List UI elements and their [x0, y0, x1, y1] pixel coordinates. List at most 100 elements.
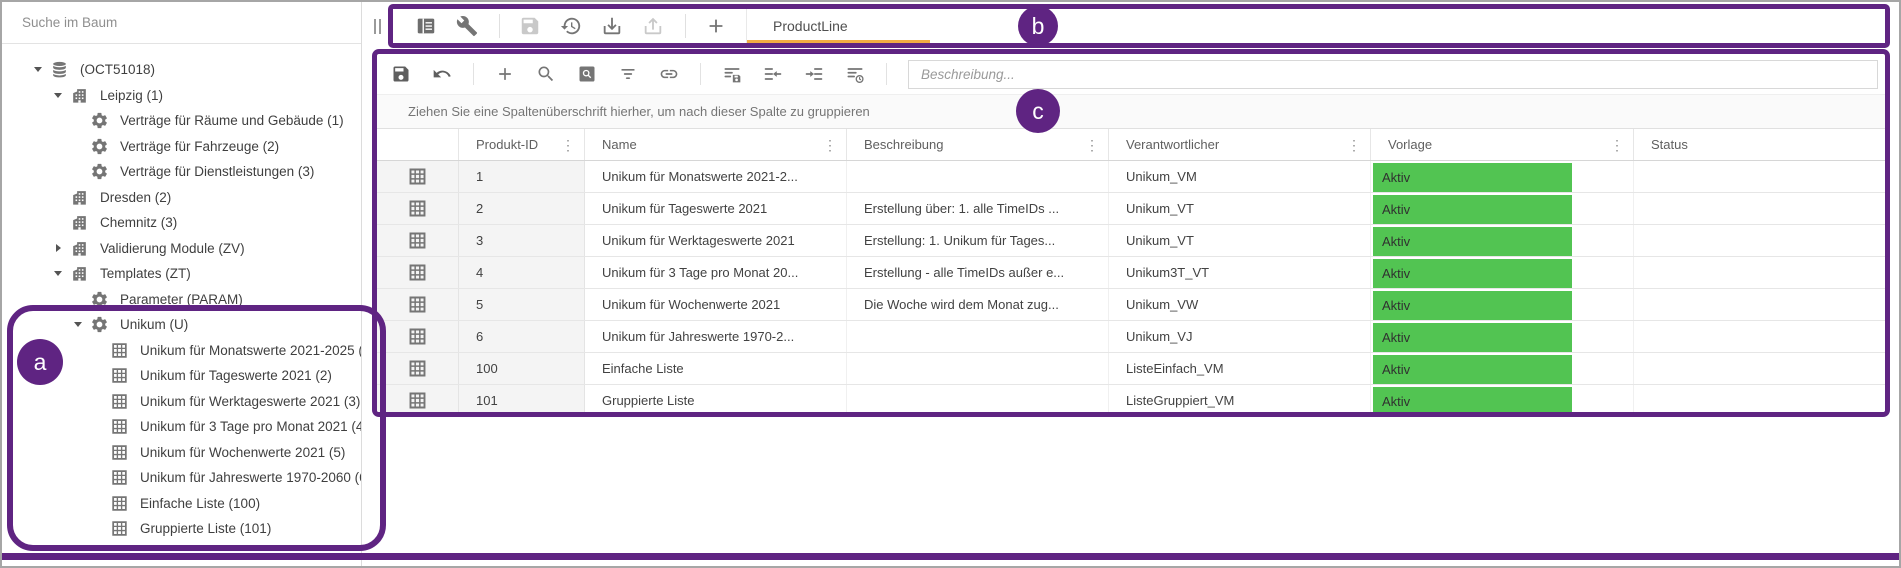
header-cell-name[interactable]: Name ⋮ [585, 129, 847, 160]
cell-status [1634, 353, 1885, 384]
expander-spacer [88, 414, 108, 440]
column-menu-icon[interactable]: ⋮ [823, 138, 837, 152]
cell-status [1634, 289, 1885, 320]
reset-layout-icon[interactable] [845, 64, 865, 84]
gear-icon [90, 162, 109, 181]
add-row-icon[interactable] [495, 64, 515, 84]
tree-item-label: Gruppierte Liste (101) [140, 521, 271, 536]
cell-verantwortlicher: Unikum3T_VT [1109, 257, 1371, 288]
table-row[interactable]: 100Einfache ListeListeEinfach_VMAktiv [377, 353, 1885, 385]
download-icon[interactable] [601, 15, 623, 37]
table-row[interactable]: 101Gruppierte ListeListeGruppiert_VMAkti… [377, 385, 1885, 417]
status-badge: Aktiv [1373, 323, 1572, 352]
tree-item[interactable]: Gruppierte Liste (101) [2, 516, 361, 542]
properties-panel-icon[interactable] [415, 15, 437, 37]
tree-item[interactable]: Unikum für Wochenwerte 2021 (5) [2, 440, 361, 466]
cell-vorlage: Aktiv [1371, 353, 1634, 384]
upload-icon[interactable] [642, 15, 664, 37]
cell-verantwortlicher: Unikum_VW [1109, 289, 1371, 320]
cell-beschreibung: Die Woche wird dem Monat zug... [847, 289, 1109, 320]
tree-search-row [2, 2, 361, 44]
splitter-handle[interactable] [374, 19, 381, 34]
table-row[interactable]: 6Unikum für Jahreswerte 1970-2...Unikum_… [377, 321, 1885, 353]
cell-beschreibung [847, 385, 1109, 416]
expander-right-icon[interactable] [48, 236, 68, 262]
grid-search-input[interactable] [908, 60, 1878, 89]
tree-item[interactable]: Unikum für 3 Tage pro Monat 2021 (4) [2, 414, 361, 440]
header-cell-vorlage[interactable]: Vorlage ⋮ [1371, 129, 1634, 160]
grid-toolbar [377, 54, 1885, 94]
tree-search-input[interactable] [22, 15, 351, 30]
tree-panel: (OCT51018)Leipzig (1)Verträge für Räume … [2, 2, 361, 566]
cell-name: Unikum für Wochenwerte 2021 [585, 289, 847, 320]
tree-item[interactable]: Verträge für Dienstleistungen (3) [2, 159, 361, 185]
table-row[interactable]: 3Unikum für Werktageswerte 2021Erstellun… [377, 225, 1885, 257]
column-menu-icon[interactable]: ⋮ [561, 138, 575, 152]
save-icon[interactable] [391, 64, 411, 84]
tree-item[interactable]: Verträge für Fahrzeuge (2) [2, 134, 361, 160]
gear-icon [90, 111, 109, 130]
status-badge: Aktiv [1373, 355, 1572, 384]
tree-item[interactable]: Dresden (2) [2, 185, 361, 211]
restore-icon[interactable] [560, 15, 582, 37]
tab-productline[interactable]: ProductLine [746, 9, 930, 43]
save-layout-icon[interactable] [722, 64, 742, 84]
column-menu-icon[interactable]: ⋮ [1085, 138, 1099, 152]
tree: (OCT51018)Leipzig (1)Verträge für Räume … [2, 44, 361, 542]
expander-down-icon[interactable] [28, 57, 48, 83]
cell-verantwortlicher: Unikum_VJ [1109, 321, 1371, 352]
table-row[interactable]: 1Unikum für Monatswerte 2021-2...Unikum_… [377, 161, 1885, 193]
grid-icon [110, 519, 129, 538]
expander-spacer [88, 338, 108, 364]
undo-icon[interactable] [432, 64, 452, 84]
cell-status [1634, 225, 1885, 256]
table-row[interactable]: 2Unikum für Tageswerte 2021Erstellung üb… [377, 193, 1885, 225]
tree-item[interactable]: Einfache Liste (100) [2, 491, 361, 517]
cell-produkt-id: 3 [459, 225, 585, 256]
tree-item[interactable]: Unikum für Jahreswerte 1970-2060 (6) [2, 465, 361, 491]
tree-item[interactable]: Parameter (PARAM) [2, 287, 361, 313]
cell-name: Einfache Liste [585, 353, 847, 384]
header-cell-beschreibung[interactable]: Beschreibung ⋮ [847, 129, 1109, 160]
search-icon[interactable] [536, 64, 556, 84]
table-row[interactable]: 4Unikum für 3 Tage pro Monat 20...Erstel… [377, 257, 1885, 289]
link-icon[interactable] [659, 64, 679, 84]
tree-item[interactable]: Validierung Module (ZV) [2, 236, 361, 262]
tree-item[interactable]: Leipzig (1) [2, 83, 361, 109]
group-by-bar[interactable]: Ziehen Sie eine Spaltenüberschrift hierh… [377, 94, 1885, 129]
header-cell-verantwortlicher[interactable]: Verantwortlicher ⋮ [1109, 129, 1371, 160]
header-cell-produkt-id[interactable]: Produkt-ID ⋮ [459, 129, 585, 160]
wrench-icon[interactable] [456, 15, 478, 37]
tree-item[interactable]: Unikum für Werktageswerte 2021 (3) [2, 389, 361, 415]
expander-down-icon[interactable] [48, 83, 68, 109]
tree-item[interactable]: Unikum (U) [2, 312, 361, 338]
cell-status [1634, 385, 1885, 416]
column-title: Beschreibung [864, 137, 944, 152]
column-menu-icon[interactable]: ⋮ [1347, 138, 1361, 152]
tree-item[interactable]: (OCT51018) [2, 57, 361, 83]
toolbar-separator [685, 14, 686, 38]
filter-icon[interactable] [618, 64, 638, 84]
tree-item[interactable]: Chemnitz (3) [2, 210, 361, 236]
column-title: Verantwortlicher [1126, 137, 1219, 152]
tree-item[interactable]: Verträge für Räume und Gebäude (1) [2, 108, 361, 134]
expander-spacer [88, 491, 108, 517]
search-panel-icon[interactable] [577, 64, 597, 84]
header-cell-status[interactable]: Status [1634, 129, 1885, 160]
status-badge: Aktiv [1373, 195, 1572, 224]
grid-icon [110, 468, 129, 487]
save-icon[interactable] [519, 15, 541, 37]
tree-item[interactable]: Templates (ZT) [2, 261, 361, 287]
grid-header: Produkt-ID ⋮ Name ⋮ Beschreibung ⋮ Veran… [377, 129, 1885, 161]
expander-down-icon[interactable] [68, 312, 88, 338]
toolbar-separator [473, 63, 474, 85]
gear-icon [90, 137, 109, 156]
add-tab-icon[interactable] [705, 15, 727, 37]
expander-down-icon[interactable] [48, 261, 68, 287]
grid-icon [110, 494, 129, 513]
collapse-columns-icon[interactable] [763, 64, 783, 84]
expand-columns-icon[interactable] [804, 64, 824, 84]
table-row[interactable]: 5Unikum für Wochenwerte 2021Die Woche wi… [377, 289, 1885, 321]
cell-name: Unikum für 3 Tage pro Monat 20... [585, 257, 847, 288]
column-menu-icon[interactable]: ⋮ [1610, 138, 1624, 152]
